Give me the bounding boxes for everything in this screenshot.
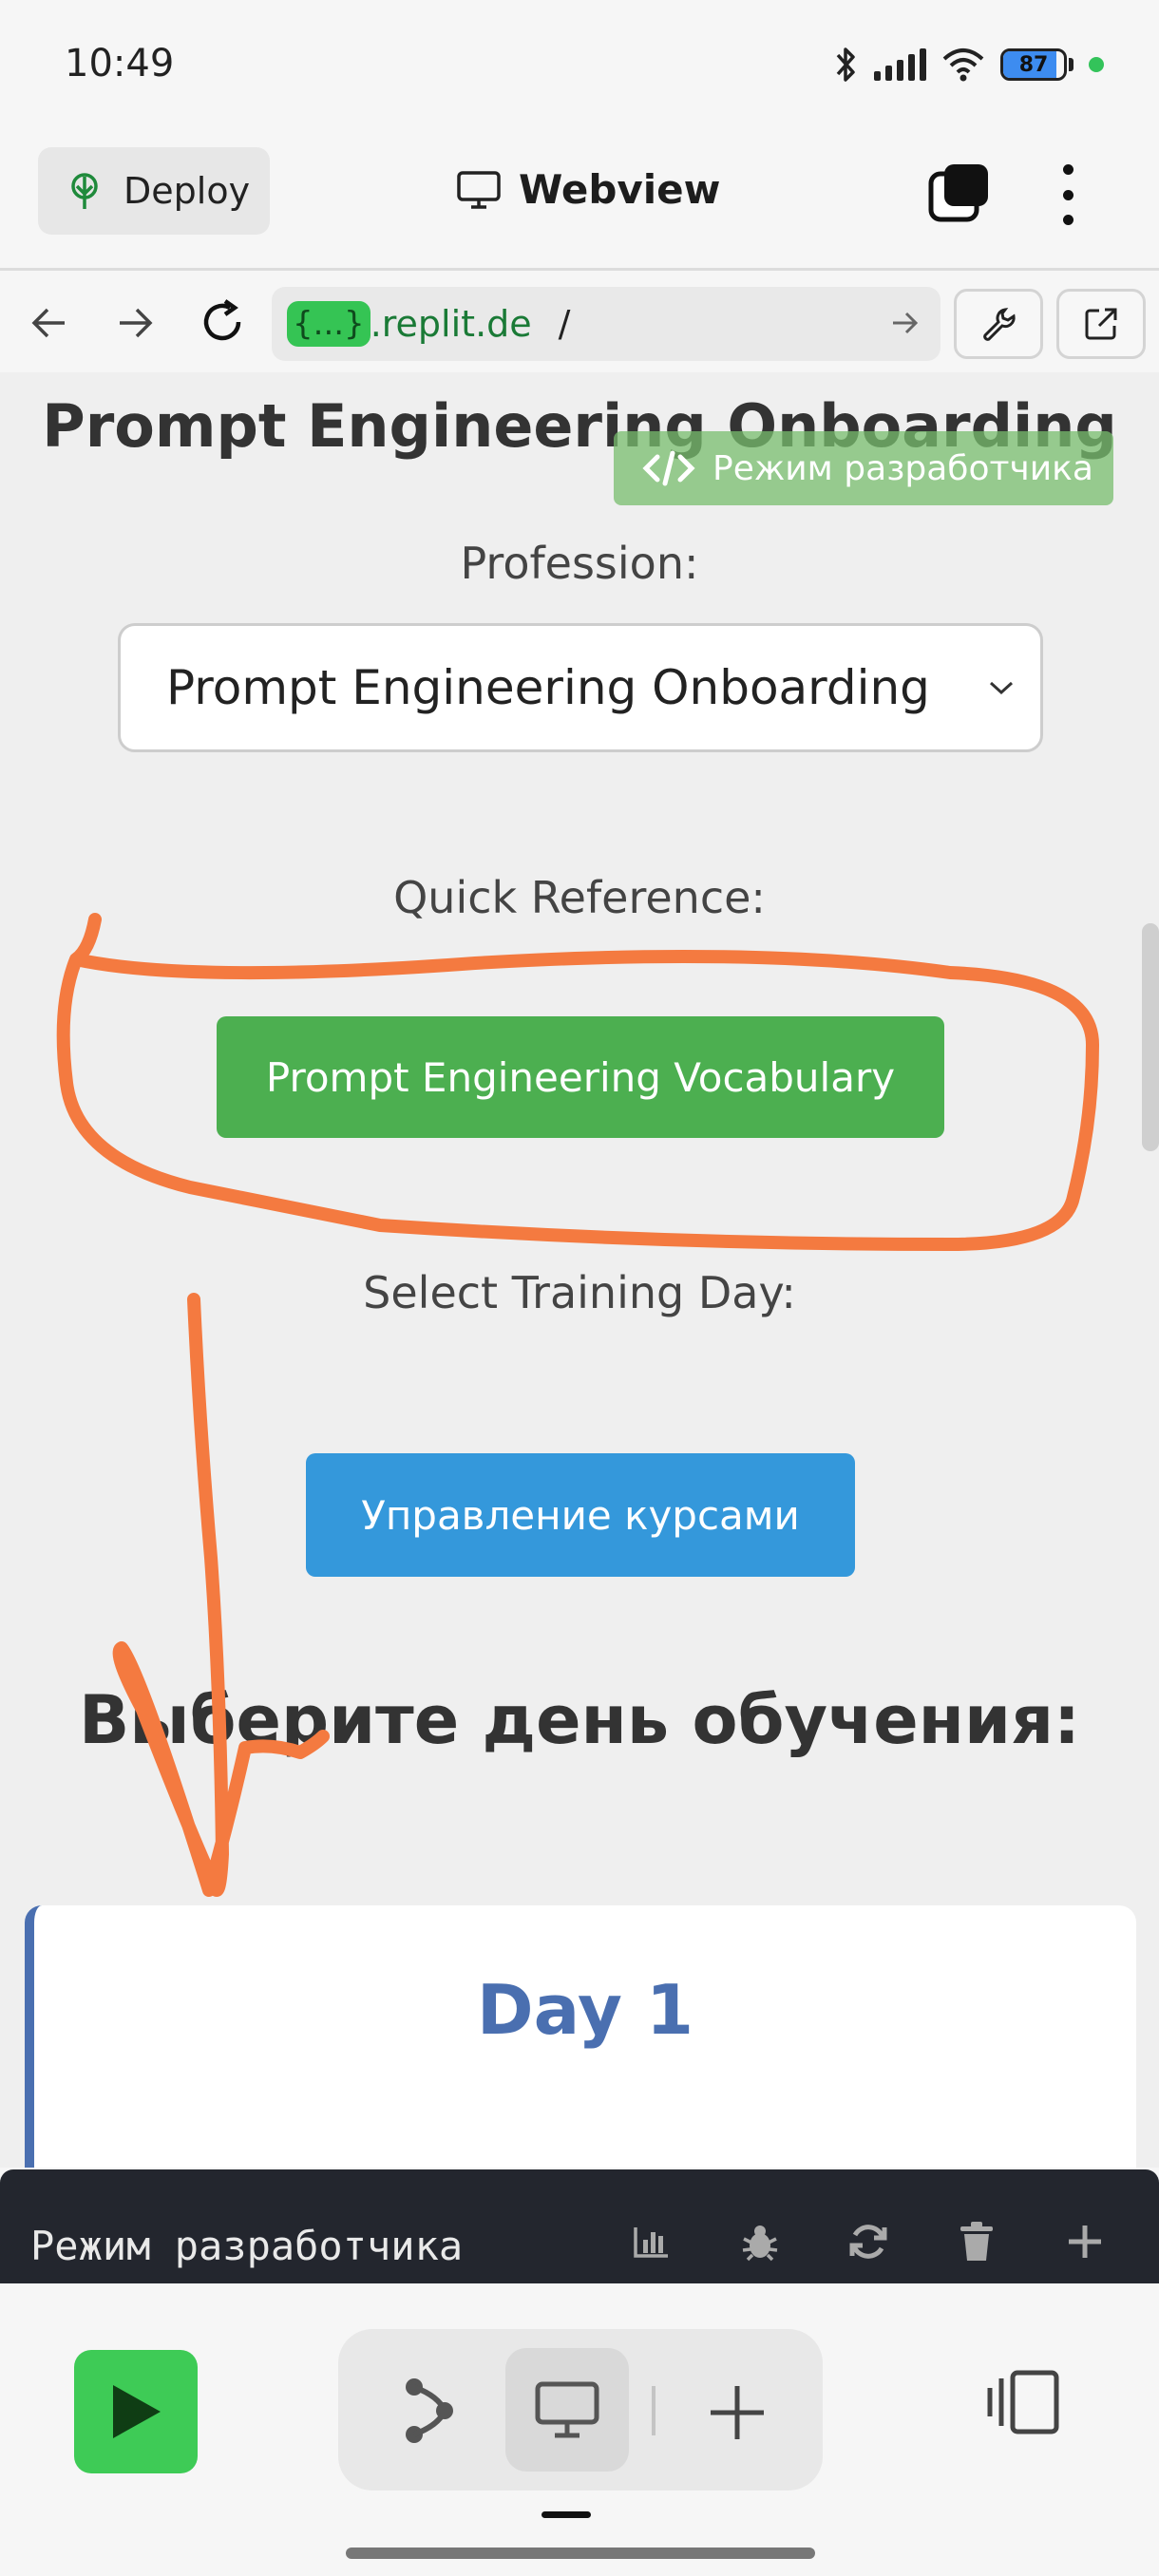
webview-title: Webview — [456, 166, 720, 213]
url-domain: .replit.de — [370, 303, 532, 345]
play-icon — [113, 2385, 161, 2438]
status-bar: 10:49 87 — [0, 0, 1159, 138]
wifi-icon — [942, 48, 984, 82]
scrollbar[interactable] — [1142, 923, 1159, 1151]
arrow-right-icon — [120, 308, 153, 338]
status-icons: 87 — [834, 46, 1104, 84]
drag-handle[interactable] — [542, 2511, 591, 2518]
more-menu-button[interactable] — [1045, 159, 1091, 231]
webview-title-label: Webview — [519, 166, 721, 213]
open-external-button[interactable] — [1056, 289, 1146, 359]
tool-divider — [652, 2386, 656, 2435]
agent-button[interactable] — [382, 2363, 477, 2458]
forward-button[interactable] — [104, 293, 165, 353]
tabs-icon — [928, 164, 988, 222]
quick-reference-label: Quick Reference: — [393, 872, 766, 923]
reload-button[interactable] — [192, 293, 253, 353]
url-path: / — [558, 303, 571, 345]
webview-tool-button[interactable] — [505, 2348, 629, 2472]
arrow-left-icon — [31, 308, 65, 338]
day-card[interactable]: Day 1 — [25, 1905, 1136, 2168]
url-chip: {...} — [287, 301, 370, 347]
console-bar: Режим разработчика — [0, 2169, 1159, 2283]
monitor-icon — [457, 170, 501, 209]
bottom-toolbar — [0, 2283, 1159, 2576]
devtools-button[interactable] — [954, 289, 1043, 359]
trash-icon — [960, 2222, 993, 2261]
profession-label: Profession: — [460, 538, 699, 589]
url-bar: {...} .replit.de / — [0, 274, 1159, 372]
back-button[interactable] — [19, 293, 80, 353]
external-link-icon — [1085, 308, 1117, 340]
bluetooth-icon — [836, 47, 855, 82]
training-day-label: Select Training Day: — [363, 1267, 796, 1318]
status-time: 10:49 — [65, 42, 175, 85]
code-icon — [642, 450, 695, 486]
tabs-button[interactable] — [927, 162, 990, 225]
clear-console-button[interactable] — [952, 2217, 1001, 2266]
bug-icon — [742, 2226, 778, 2262]
url-input[interactable]: {...} .replit.de / — [272, 287, 940, 361]
day-card-title: Day 1 — [476, 1970, 694, 2050]
dev-mode-label: Режим разработчика — [712, 448, 1093, 488]
plus-icon — [1069, 2226, 1101, 2258]
branch-icon — [406, 2378, 453, 2443]
pane-toggle-button[interactable] — [984, 2369, 1064, 2449]
select-day-heading: Выберите день обучения: — [78, 1681, 1081, 1759]
deploy-button[interactable]: Deploy — [38, 147, 270, 235]
refresh-icon — [203, 299, 241, 341]
battery-level: 87 — [1018, 52, 1049, 77]
go-arrow-icon[interactable] — [889, 304, 922, 342]
profession-select[interactable]: Prompt Engineering Onboarding — [118, 623, 1043, 752]
bar-chart-icon — [634, 2227, 668, 2258]
debug-button[interactable] — [735, 2217, 785, 2266]
sync-icon — [849, 2225, 887, 2259]
refresh-console-button[interactable] — [844, 2217, 893, 2266]
chevron-down-icon — [989, 681, 1014, 695]
battery-icon: 87 — [1000, 48, 1067, 81]
panel-icon — [987, 2370, 1059, 2434]
manage-courses-button[interactable]: Управление курсами — [306, 1453, 855, 1577]
console-label: Режим разработчика — [30, 2223, 464, 2269]
privacy-indicator — [1089, 57, 1104, 72]
home-indicator[interactable] — [346, 2548, 815, 2559]
plus-icon — [711, 2386, 764, 2439]
wrench-icon — [983, 308, 1016, 341]
vocabulary-button[interactable]: Prompt Engineering Vocabulary — [217, 1016, 944, 1138]
tool-group — [338, 2329, 823, 2491]
signal-icon — [874, 48, 926, 81]
app-header: Deploy Webview — [0, 138, 1159, 271]
dev-mode-badge[interactable]: Режим разработчика — [614, 431, 1113, 505]
deploy-label: Deploy — [124, 170, 251, 212]
add-tool-button[interactable] — [692, 2367, 783, 2458]
webview-content: Prompt Engineering Onboarding Режим разр… — [0, 372, 1159, 2168]
monitor-icon — [535, 2381, 599, 2438]
run-button[interactable] — [74, 2350, 198, 2473]
stats-button[interactable] — [627, 2217, 676, 2266]
add-console-button[interactable] — [1060, 2217, 1110, 2266]
profession-selected-value: Prompt Engineering Onboarding — [166, 660, 930, 715]
deploy-icon — [71, 173, 98, 209]
